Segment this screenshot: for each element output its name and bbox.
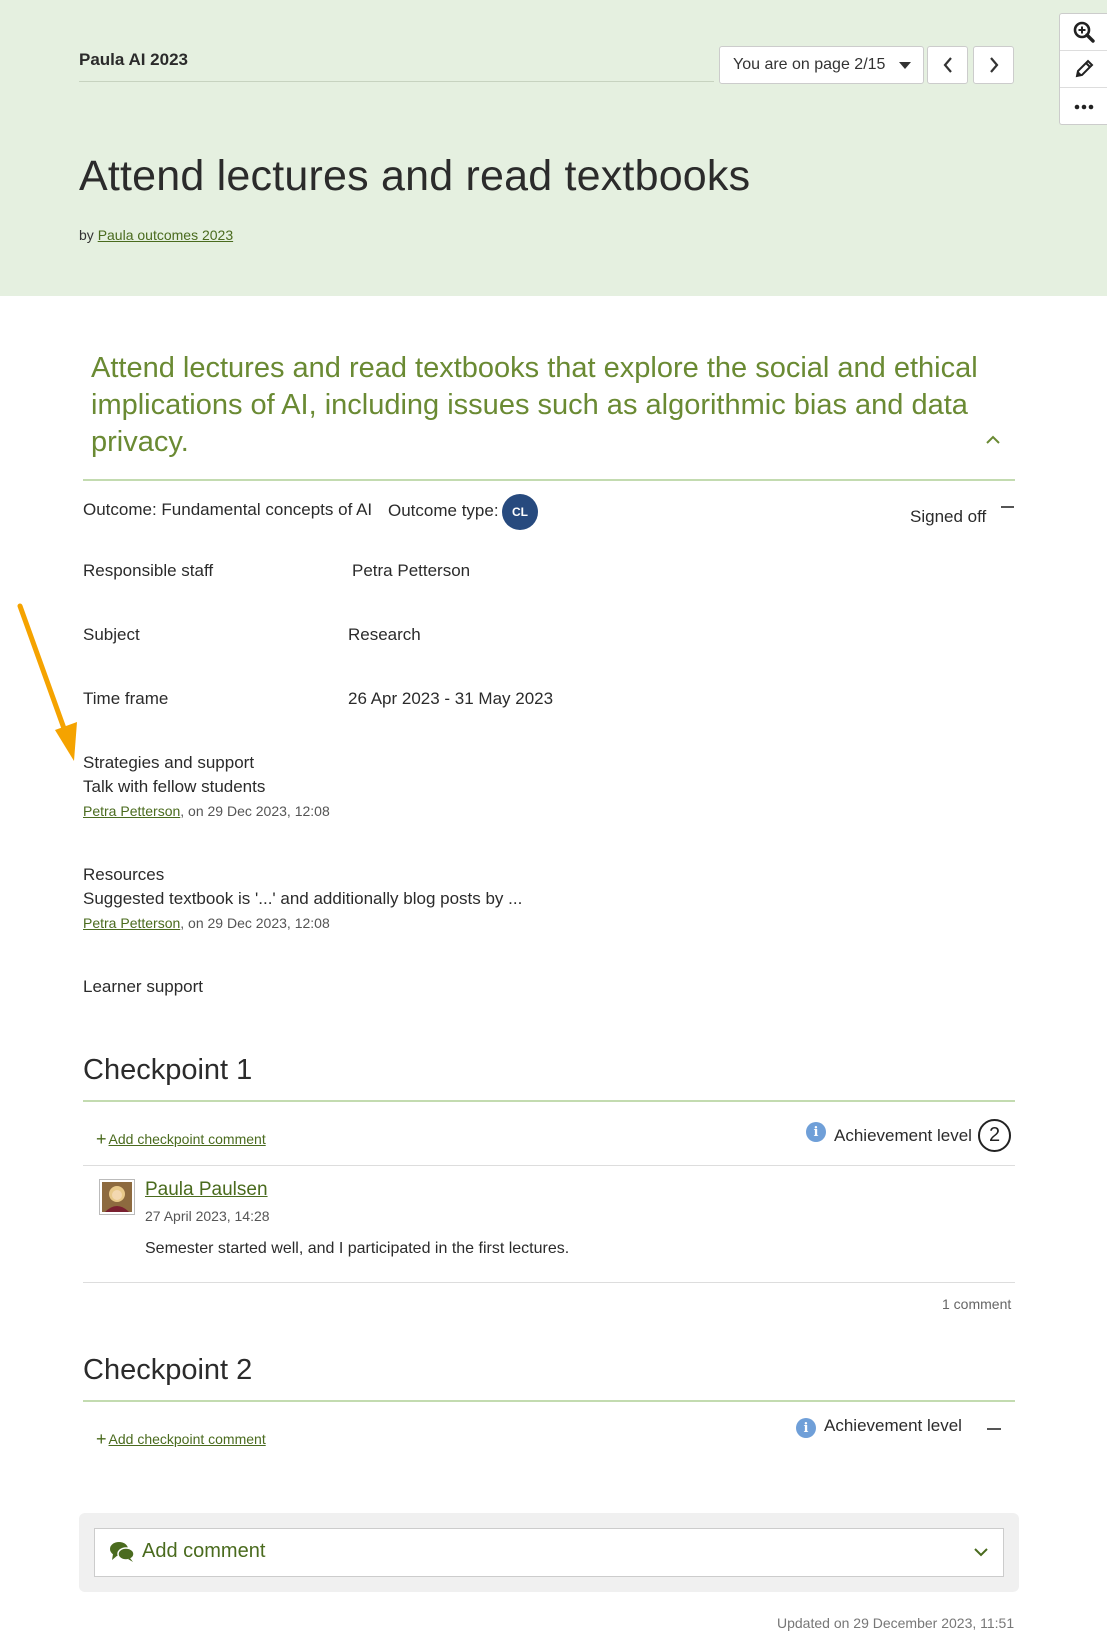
page-title: Attend lectures and read textbooks — [79, 152, 751, 200]
subject-value: Research — [348, 625, 421, 644]
resources-value: Suggested textbook is '...' and addition… — [83, 889, 523, 908]
add-checkpoint-1-comment[interactable]: + Add checkpoint comment — [96, 1129, 266, 1149]
learner-support-label: Learner support — [83, 977, 204, 996]
next-page-button[interactable] — [973, 46, 1014, 84]
updated-timestamp: Updated on 29 December 2023, 11:51 — [777, 1615, 1015, 1631]
comment-bottom-divider — [83, 1282, 1015, 1283]
add-checkpoint-2-comment[interactable]: + Add checkpoint comment — [96, 1429, 266, 1449]
strategies-label: Strategies and support — [83, 753, 255, 772]
avatar — [99, 1179, 135, 1215]
more-options-button[interactable] — [1060, 88, 1107, 125]
page-toolbar — [1059, 13, 1107, 125]
edit-button[interactable] — [1060, 51, 1107, 88]
page-header — [0, 0, 1107, 296]
collection-title-divider — [79, 81, 714, 82]
achievement-level-value: 2 — [978, 1119, 1011, 1152]
byline: by Paula outcomes 2023 — [79, 227, 233, 243]
add-comment-label: Add comment — [142, 1540, 266, 1562]
outcome-type-badge: CL — [502, 494, 538, 530]
outcome-goal-text: Attend lectures and read textbooks that … — [91, 352, 978, 458]
zoom-in-icon — [1073, 21, 1095, 43]
resources-author-link[interactable]: Petra Petterson — [83, 915, 180, 931]
chevron-left-icon — [943, 57, 952, 73]
add-checkpoint-2-comment-link[interactable]: Add checkpoint comment — [109, 1431, 266, 1447]
page-select-label: You are on page 2/15 — [733, 56, 886, 73]
comment-count[interactable]: 1 comment — [942, 1296, 1011, 1312]
signoff-toggle[interactable] — [1001, 506, 1014, 508]
comment-author-link[interactable]: Paula Paulsen — [145, 1179, 268, 1201]
checkpoint-2-divider — [83, 1400, 1015, 1402]
collection-title[interactable]: Paula AI 2023 — [79, 50, 188, 70]
strategies-date: , on 29 Dec 2023, 12:08 — [180, 803, 330, 819]
goal-divider — [83, 479, 1015, 481]
resources-date: , on 29 Dec 2023, 12:08 — [180, 915, 330, 931]
plus-icon: + — [96, 1129, 107, 1149]
signoff-status: Signed off — [910, 507, 987, 526]
plus-icon: + — [96, 1429, 107, 1449]
resources-meta: Petra Petterson, on 29 Dec 2023, 12:08 — [83, 915, 330, 931]
user-avatar-icon — [102, 1182, 132, 1212]
more-icon — [1074, 104, 1093, 109]
strategies-value: Talk with fellow students — [83, 777, 266, 796]
info-icon[interactable]: i — [806, 1122, 826, 1142]
collapse-toggle[interactable] — [985, 432, 1001, 450]
subject-label: Subject — [83, 625, 140, 644]
time-frame-label: Time frame — [83, 689, 169, 708]
checkpoint-2-title: Checkpoint 2 — [83, 1354, 253, 1386]
responsible-staff-value: Petra Petterson — [352, 561, 471, 580]
page-select-dropdown[interactable]: You are on page 2/15 — [719, 46, 924, 84]
zoom-button[interactable] — [1060, 14, 1107, 51]
achievement-level-empty — [987, 1428, 1001, 1430]
pencil-icon — [1075, 59, 1093, 78]
add-checkpoint-1-comment-link[interactable]: Add checkpoint comment — [109, 1131, 266, 1147]
achievement-level-label: Achievement level — [834, 1126, 972, 1145]
achievement-level-label: Achievement level — [824, 1416, 962, 1435]
time-frame-value: 26 Apr 2023 - 31 May 2023 — [348, 689, 554, 708]
checkpoint-1-title: Checkpoint 1 — [83, 1054, 253, 1086]
checkpoint-1-comment-divider — [83, 1165, 1015, 1166]
strategies-author-link[interactable]: Petra Petterson — [83, 803, 180, 819]
checkpoint-1-divider — [83, 1100, 1015, 1102]
byline-author-link[interactable]: Paula outcomes 2023 — [98, 227, 233, 243]
caret-down-icon — [899, 62, 911, 69]
outcome-label: Outcome: Fundamental concepts of AI — [83, 500, 373, 519]
chevron-right-icon — [989, 57, 998, 73]
chevron-down-icon — [974, 1548, 988, 1557]
resources-label: Resources — [83, 865, 165, 884]
info-icon[interactable]: i — [796, 1418, 816, 1438]
outcome-type-label: Outcome type: — [388, 501, 499, 520]
previous-page-button[interactable] — [927, 46, 968, 84]
comments-icon — [110, 1542, 135, 1562]
responsible-staff-label: Responsible staff — [83, 561, 214, 580]
chevron-up-icon — [986, 435, 1000, 444]
strategies-meta: Petra Petterson, on 29 Dec 2023, 12:08 — [83, 803, 330, 819]
annotation-arrow — [17, 603, 77, 761]
comment-date: 27 April 2023, 14:28 — [145, 1208, 270, 1224]
comment-text: Semester started well, and I participate… — [145, 1240, 570, 1257]
